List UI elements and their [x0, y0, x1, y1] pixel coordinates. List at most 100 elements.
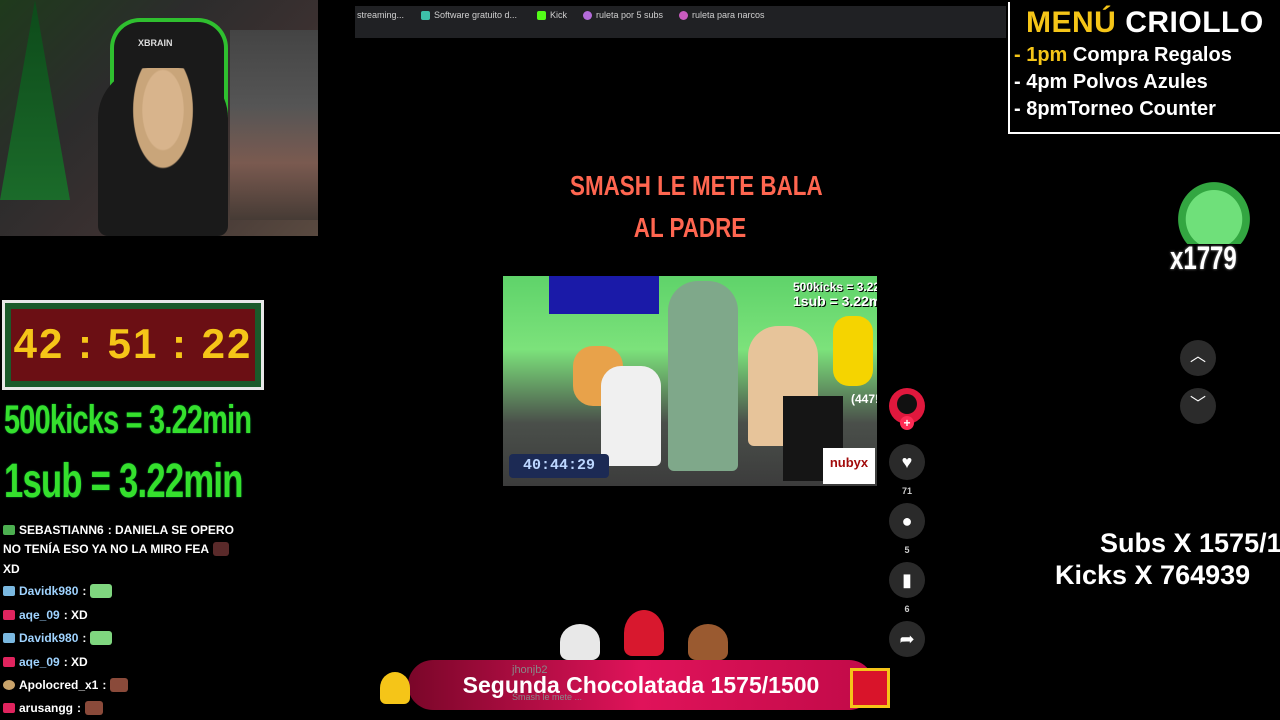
background-shelf — [230, 30, 318, 220]
video-rate-overlay: 500kicks = 3.22min 1sub = 3.22min — [793, 280, 877, 308]
bookmark-label: streaming... — [357, 10, 405, 20]
chat-badge-icon — [3, 633, 15, 643]
save-count: 6 — [904, 604, 910, 614]
kicks-counter: Kicks X 764939 — [1055, 560, 1251, 590]
video-rate-line: 500kicks = 3.22min — [793, 280, 877, 294]
video-caption: SMASH LE METE BALA AL PADRE — [570, 165, 823, 249]
chat-badge-icon — [3, 680, 15, 690]
chat-message: Davidk980 : — [3, 584, 113, 598]
reindeer-icon — [688, 624, 728, 660]
chat-message: XD — [3, 562, 20, 576]
christmas-tree — [0, 0, 70, 200]
video-counter: (447! — [851, 392, 877, 406]
kicks-rate: 500kicks = 3.22min — [4, 398, 252, 442]
chat-username[interactable]: arusangg — [19, 701, 73, 715]
chair-brand-label: XBRAIN — [138, 38, 173, 48]
bookmark-software[interactable]: Software gratuito d... — [421, 10, 517, 20]
menu-title-white: CRIOLLO — [1125, 6, 1264, 39]
chat-message: aqe_09 : XD — [3, 608, 88, 622]
menu-item-text: Polvos Azules — [1072, 71, 1208, 93]
menu-item-text: Compra Regalos — [1072, 44, 1232, 66]
bookmark-ruleta-narcos[interactable]: ruleta para narcos — [679, 10, 765, 20]
previous-video-button[interactable]: ︿ — [1180, 340, 1216, 376]
bookmark-ruleta-subs[interactable]: ruleta por 5 subs — [583, 10, 663, 20]
santa-friend-icon — [560, 624, 600, 660]
bookmark-kick[interactable]: Kick — [537, 10, 567, 20]
bookmark-icon — [583, 10, 592, 20]
comment-button[interactable]: ● — [889, 503, 925, 539]
santa-hat-icon — [624, 610, 664, 656]
menu-item-text: Torneo Counter — [1067, 98, 1216, 120]
emote-icon — [85, 701, 104, 715]
chat-username[interactable]: SEBASTIANN6 — [19, 523, 104, 537]
bookmark-label: Kick — [550, 10, 568, 20]
chat-text: : XD — [63, 608, 88, 622]
share-icon: ➦ — [899, 629, 915, 649]
chat-message: SEBASTIANN6 : DANIELA SE OPERO — [3, 523, 234, 537]
chevron-up-icon: ︿ — [1189, 348, 1206, 365]
video-person — [601, 366, 661, 466]
chat-text: : — [82, 584, 87, 598]
comment-icon: ● — [901, 511, 913, 531]
emote-icon — [213, 542, 230, 556]
banner-ticker: Smash le mete ... — [512, 692, 583, 702]
follow-plus-icon[interactable]: + — [900, 416, 914, 430]
chat-badge-icon — [3, 657, 15, 667]
chat-username[interactable]: Davidk980 — [19, 631, 78, 645]
chat-badge-icon — [3, 703, 15, 713]
streamer — [98, 68, 228, 236]
chat-username[interactable]: Apolocred_x1 — [19, 678, 98, 692]
menu-item: - 4pm Polvos Azules — [1014, 71, 1208, 94]
bookmark-label: ruleta por 5 subs — [596, 10, 664, 20]
subs-counter: Subs X 1575/1 — [1100, 528, 1280, 558]
emote-icon — [90, 631, 113, 645]
chat-text: : — [102, 678, 107, 692]
caption-line: AL PADRE — [633, 212, 747, 243]
goal-banner-text: Segunda Chocolatada 1575/1500 — [462, 672, 820, 698]
chat-username[interactable]: aqe_09 — [19, 608, 60, 622]
menu-item-time: - 4pm — [1014, 71, 1068, 93]
webcam-feed: XBRAIN — [0, 0, 318, 236]
video-player[interactable]: 500kicks = 3.22min 1sub = 3.22min (447! … — [503, 276, 877, 486]
avatar-image — [897, 394, 917, 414]
chat-text: NO TENÍA ESO YA NO LA MIRO FEA — [3, 542, 210, 556]
chat-badge-icon — [3, 586, 15, 596]
chat-message: aqe_09 : XD — [3, 655, 88, 669]
chat-text: : DANIELA SE OPERO — [107, 523, 234, 537]
pikachu-plush — [833, 316, 873, 386]
sponsor-logo: nubyx — [823, 448, 875, 484]
bookmark-icon: ▮ — [902, 570, 912, 590]
share-button[interactable]: ➦ — [889, 621, 925, 657]
gift-box-icon — [850, 668, 890, 708]
menu-title-gold: MENÚ — [1026, 6, 1117, 39]
like-button[interactable]: ♥ — [889, 444, 925, 480]
chat-badge-icon — [3, 610, 15, 620]
chat-message: Apolocred_x1 : — [3, 678, 129, 692]
video-rate-line: 1sub = 3.22min — [793, 293, 877, 309]
frog-count: x1779 — [1170, 240, 1237, 276]
chat-username[interactable]: aqe_09 — [19, 655, 60, 669]
chat-text: XD — [3, 562, 20, 576]
menu-item-time: - 1pm — [1014, 44, 1068, 66]
sub-rate: 1sub = 3.22min — [4, 455, 243, 508]
chat-username[interactable]: Davidk980 — [19, 584, 78, 598]
christmas-bell-icon — [380, 672, 410, 704]
save-button[interactable]: ▮ — [889, 562, 925, 598]
chat-message: NO TENÍA ESO YA NO LA MIRO FEA — [3, 542, 230, 556]
bookmark-label: ruleta para narcos — [692, 10, 765, 20]
chat-message: Davidk980 : — [3, 631, 113, 645]
next-video-button[interactable]: ﹀ — [1180, 388, 1216, 424]
menu-item: - 1pm Compra Regalos — [1014, 44, 1232, 67]
comment-count: 5 — [904, 545, 910, 555]
like-count: 71 — [901, 486, 912, 496]
kick-icon — [537, 10, 546, 20]
emote-icon — [110, 678, 129, 692]
video-person — [668, 281, 738, 471]
countdown-timer: 42 : 51 : 22 — [13, 320, 253, 367]
chat-message: arusangg : — [3, 701, 104, 715]
bookmark-streaming[interactable]: streaming... — [357, 10, 404, 20]
video-timer: 40:44:29 — [509, 454, 609, 478]
chevron-down-icon: ﹀ — [1189, 396, 1206, 413]
caption-line: SMASH LE METE BALA — [570, 170, 823, 201]
chat-text: : — [82, 631, 87, 645]
